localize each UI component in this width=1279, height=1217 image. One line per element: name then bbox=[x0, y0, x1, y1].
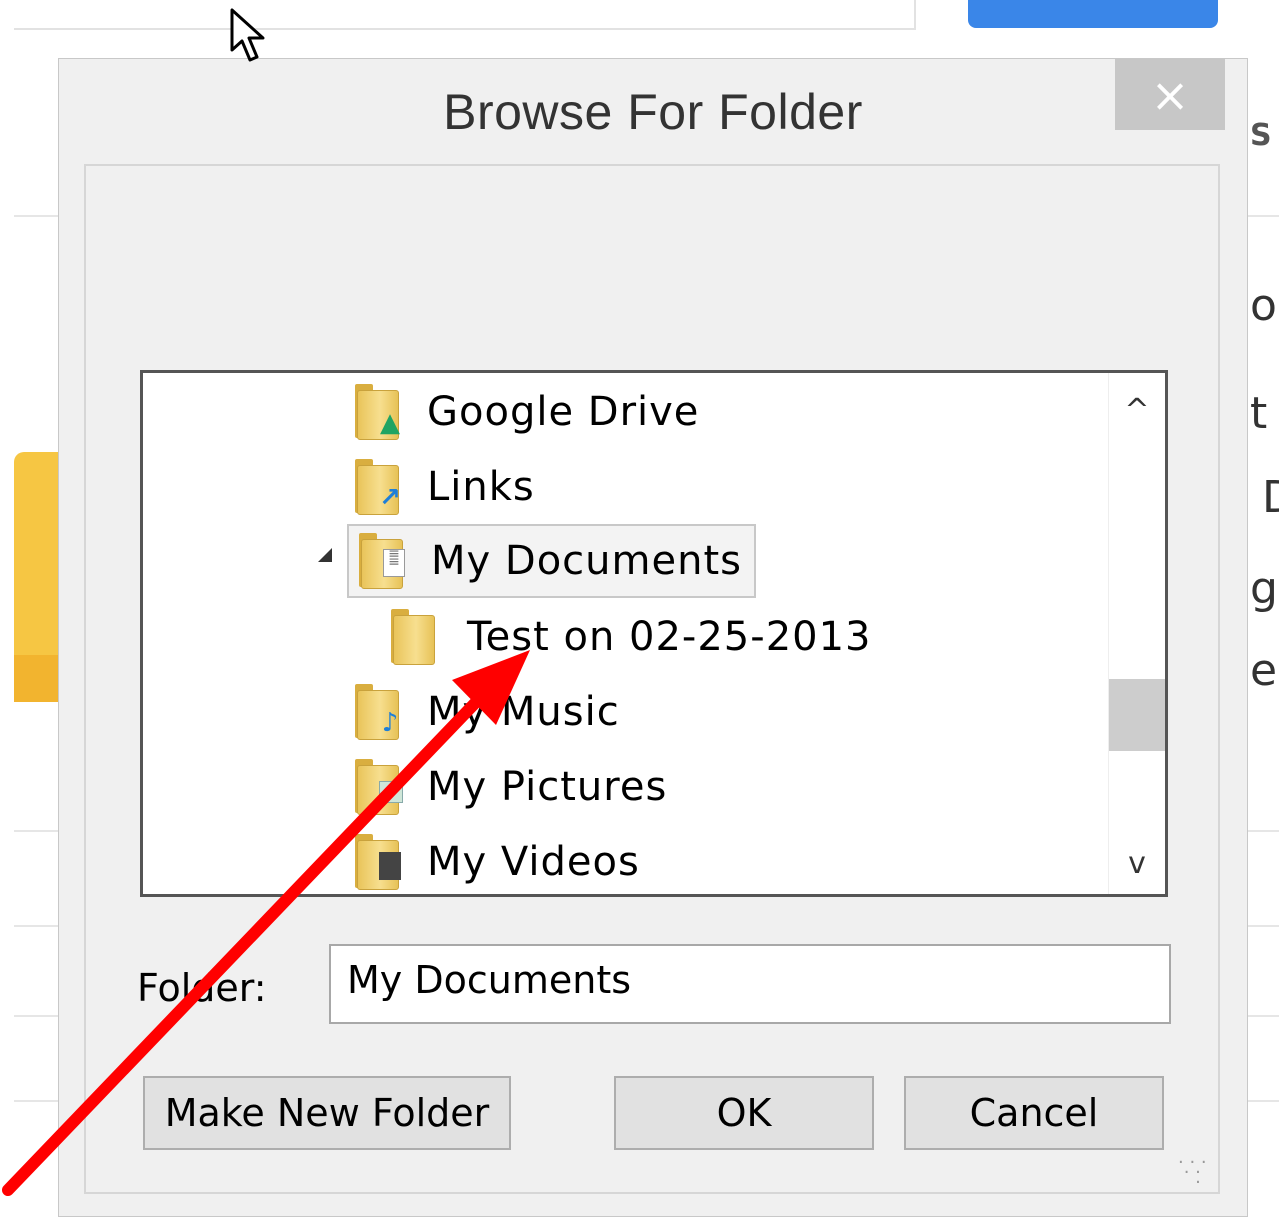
links-folder-icon: ↗ bbox=[355, 459, 405, 515]
ok-button[interactable]: OK bbox=[614, 1076, 874, 1150]
tree-item-my-videos[interactable]: My Videos bbox=[355, 826, 640, 894]
dialog-title: Browse For Folder bbox=[443, 84, 863, 140]
expand-collapse-icon[interactable] bbox=[318, 548, 332, 562]
background-folder-shade bbox=[14, 655, 60, 702]
mouse-cursor-icon bbox=[230, 8, 265, 62]
background-text-fragment: oi bbox=[1250, 280, 1279, 331]
close-icon: × bbox=[1150, 68, 1190, 122]
background-text-fragment: e bbox=[1250, 645, 1278, 696]
scroll-down-button[interactable]: v bbox=[1109, 834, 1165, 894]
tree-item-label: My Documents bbox=[431, 538, 742, 584]
background-primary-button[interactable] bbox=[968, 0, 1218, 28]
tree-item-label: My Videos bbox=[427, 839, 640, 885]
tree-item-my-pictures[interactable]: My Pictures bbox=[355, 751, 667, 823]
background-text-fragment: t bbox=[1250, 388, 1268, 439]
make-new-folder-button[interactable]: Make New Folder bbox=[143, 1076, 511, 1150]
folder-field-label: Folder: bbox=[137, 966, 267, 1010]
close-button[interactable]: × bbox=[1115, 59, 1225, 130]
documents-folder-icon: ≡ ≡ bbox=[359, 533, 409, 589]
folder-icon bbox=[391, 609, 441, 665]
scroll-up-button[interactable]: ^ bbox=[1109, 381, 1165, 441]
background-text-fragment: S bbox=[1250, 118, 1272, 153]
tree-item-label: My Pictures bbox=[427, 764, 668, 810]
background-text-fragment: gl bbox=[1250, 563, 1279, 614]
folder-tree[interactable]: ▲ Google Drive ↗ Links ≡ ≡ My Documents T… bbox=[140, 370, 1168, 897]
tree-item-my-music[interactable]: ♪ My Music bbox=[355, 676, 620, 748]
tree-scrollbar[interactable]: ^ v bbox=[1108, 373, 1165, 894]
tree-item-label: Links bbox=[427, 464, 535, 510]
folder-name-input[interactable]: My Documents bbox=[329, 944, 1171, 1024]
background-toolbar bbox=[14, 0, 916, 30]
chevron-up-icon: ^ bbox=[1124, 393, 1150, 428]
background-text-fragment: D bbox=[1262, 472, 1279, 523]
tree-item-my-documents[interactable]: ≡ ≡ My Documents bbox=[347, 524, 756, 598]
music-folder-icon: ♪ bbox=[355, 684, 405, 740]
tree-item-label: Google Drive bbox=[427, 389, 700, 435]
tree-item-google-drive[interactable]: ▲ Google Drive bbox=[355, 376, 699, 448]
pictures-folder-icon bbox=[355, 759, 405, 815]
videos-folder-icon bbox=[355, 834, 405, 890]
tree-item-label: Test on 02-25-2013 bbox=[467, 614, 872, 660]
google-drive-folder-icon: ▲ bbox=[355, 384, 405, 440]
tree-item-label: My Music bbox=[427, 689, 620, 735]
tree-item-test-folder[interactable]: Test on 02-25-2013 bbox=[391, 601, 871, 673]
resize-grip-icon[interactable]: · · · · · · bbox=[1178, 1154, 1210, 1192]
cancel-button[interactable]: Cancel bbox=[904, 1076, 1164, 1150]
scroll-thumb[interactable] bbox=[1109, 679, 1165, 751]
chevron-down-icon: v bbox=[1128, 846, 1146, 881]
tree-item-links[interactable]: ↗ Links bbox=[355, 451, 535, 523]
